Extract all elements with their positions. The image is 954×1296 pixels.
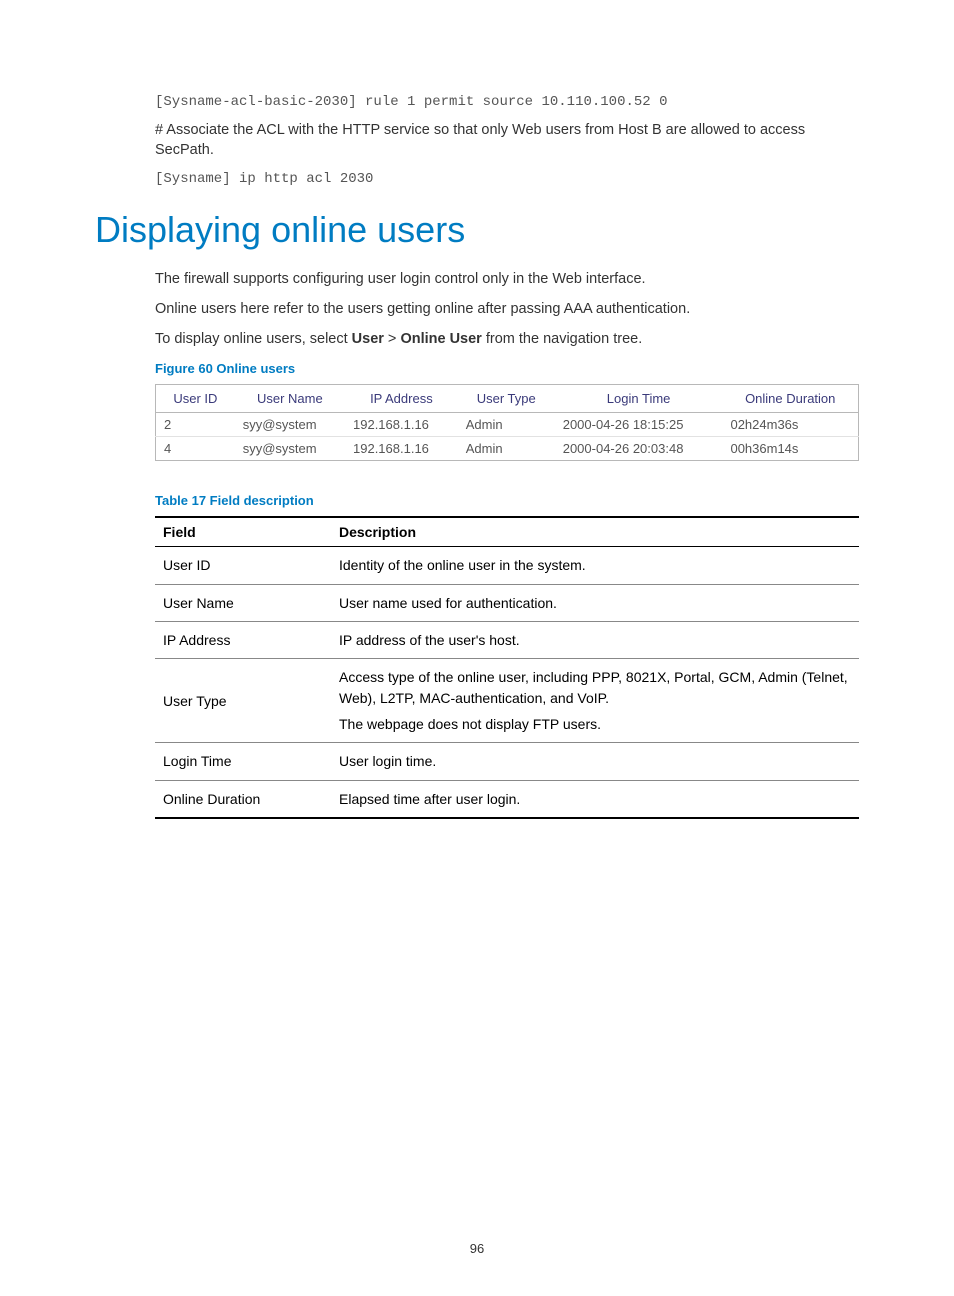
p3-pre: To display online users, select xyxy=(155,331,352,347)
cell-ip-address: 192.168.1.16 xyxy=(345,413,458,437)
table-header-row: Field Description xyxy=(155,517,859,547)
cell-user-name: syy@system xyxy=(235,437,345,461)
col-ip-address: IP Address xyxy=(345,385,458,413)
figure-caption: Figure 60 Online users xyxy=(155,361,859,376)
cell-description: Elapsed time after user login. xyxy=(331,780,859,818)
cell-description: Identity of the online user in the syste… xyxy=(331,547,859,584)
col-online-duration: Online Duration xyxy=(722,385,858,413)
cell-user-id: 4 xyxy=(156,437,235,461)
table-row: IP Address IP address of the user's host… xyxy=(155,622,859,659)
cell-desc-note: The webpage does not display FTP users. xyxy=(339,714,851,734)
cell-description: IP address of the user's host. xyxy=(331,622,859,659)
cell-field: User Name xyxy=(155,584,331,621)
col-field: Field xyxy=(155,517,331,547)
breadcrumb-online-user: Online User xyxy=(400,331,481,347)
table-row: User Name User name used for authenticat… xyxy=(155,584,859,621)
cell-field: Online Duration xyxy=(155,780,331,818)
cell-field: User Type xyxy=(155,659,331,743)
table-row: User ID Identity of the online user in t… xyxy=(155,547,859,584)
cell-ip-address: 192.168.1.16 xyxy=(345,437,458,461)
cell-login-time: 2000-04-26 20:03:48 xyxy=(555,437,723,461)
col-user-id: User ID xyxy=(156,385,235,413)
cell-desc-main: Access type of the online user, includin… xyxy=(339,669,848,705)
section-heading: Displaying online users xyxy=(95,209,859,251)
col-user-type: User Type xyxy=(458,385,555,413)
cell-online-duration: 02h24m36s xyxy=(722,413,858,437)
code-line-rule: [Sysname-acl-basic-2030] rule 1 permit s… xyxy=(155,94,859,110)
table-row: 2 syy@system 192.168.1.16 Admin 2000-04-… xyxy=(156,413,859,437)
cell-online-duration: 00h36m14s xyxy=(722,437,858,461)
cell-description: User name used for authentication. xyxy=(331,584,859,621)
cell-user-name: syy@system xyxy=(235,413,345,437)
col-description: Description xyxy=(331,517,859,547)
paragraph-1: The firewall supports configuring user l… xyxy=(155,269,859,289)
cell-field: User ID xyxy=(155,547,331,584)
table-row: User Type Access type of the online user… xyxy=(155,659,859,743)
code-line-httpacl: [Sysname] ip http acl 2030 xyxy=(155,171,859,187)
cell-login-time: 2000-04-26 18:15:25 xyxy=(555,413,723,437)
col-login-time: Login Time xyxy=(555,385,723,413)
page-number: 96 xyxy=(0,1241,954,1256)
table-caption: Table 17 Field description xyxy=(155,493,859,508)
cell-field: Login Time xyxy=(155,743,331,780)
table-header-row: User ID User Name IP Address User Type L… xyxy=(156,385,859,413)
cell-description: User login time. xyxy=(331,743,859,780)
table-row: Online Duration Elapsed time after user … xyxy=(155,780,859,818)
col-user-name: User Name xyxy=(235,385,345,413)
p3-gt: > xyxy=(384,331,401,347)
paragraph-associate: # Associate the ACL with the HTTP servic… xyxy=(155,120,859,161)
table-row: Login Time User login time. xyxy=(155,743,859,780)
cell-user-id: 2 xyxy=(156,413,235,437)
cell-user-type: Admin xyxy=(458,437,555,461)
online-users-table: User ID User Name IP Address User Type L… xyxy=(155,384,859,461)
p3-post: from the navigation tree. xyxy=(482,331,642,347)
breadcrumb-user: User xyxy=(352,331,384,347)
paragraph-2: Online users here refer to the users get… xyxy=(155,299,859,319)
table-row: 4 syy@system 192.168.1.16 Admin 2000-04-… xyxy=(156,437,859,461)
cell-user-type: Admin xyxy=(458,413,555,437)
cell-description: Access type of the online user, includin… xyxy=(331,659,859,743)
paragraph-3: To display online users, select User > O… xyxy=(155,329,859,349)
field-description-table: Field Description User ID Identity of th… xyxy=(155,516,859,818)
cell-field: IP Address xyxy=(155,622,331,659)
